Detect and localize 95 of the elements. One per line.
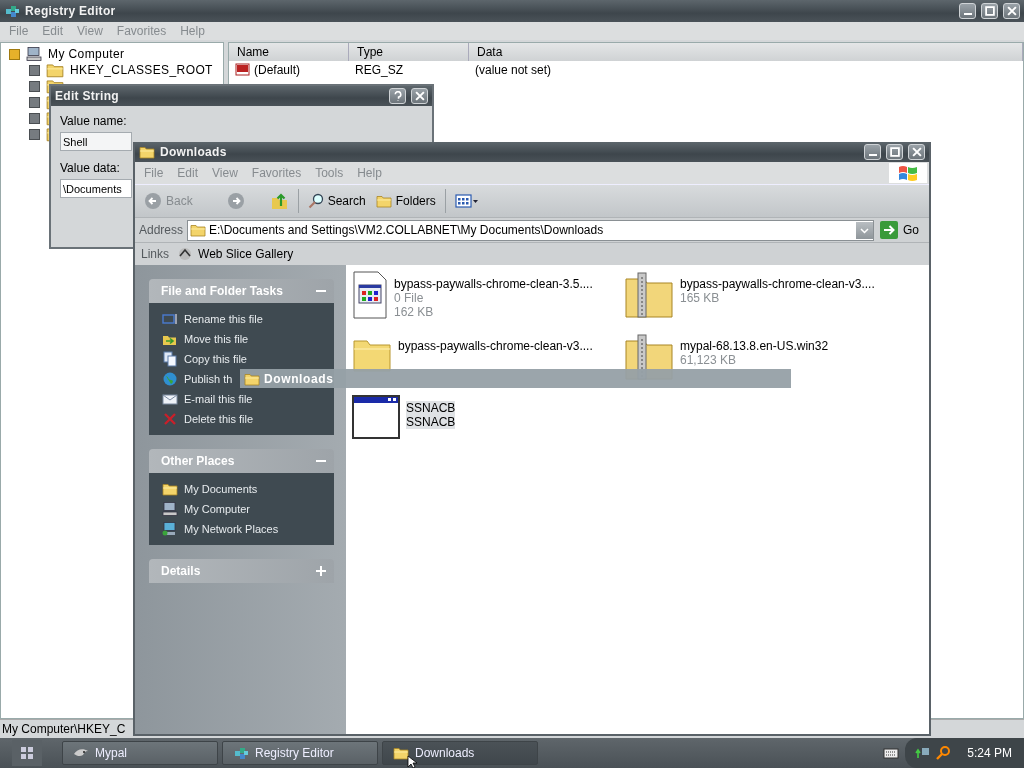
window-title: Downloads [160,145,228,159]
minimize-button[interactable] [959,3,976,19]
task-link[interactable]: Publish th [162,369,233,389]
task-link[interactable]: My Documents [162,479,258,499]
address-field[interactable]: E:\Documents and Settings\VM2.COLLABNET\My Documents\Downloads [187,219,874,241]
column-header[interactable]: Type [349,43,469,61]
string-value-icon [235,62,251,78]
link-button[interactable]: Web Slice Gallery [177,246,294,262]
close-button[interactable] [908,144,925,160]
download-entry[interactable]: SSNACB SSNACB [352,395,624,457]
expander-icon[interactable] [29,128,40,140]
task-link[interactable]: Delete this file [162,409,254,429]
folder-icon [393,745,409,761]
task-link[interactable]: Move this file [162,329,249,349]
computer-icon [162,501,178,517]
tree-item[interactable]: My Computer [9,46,223,62]
expander-icon[interactable] [29,64,40,76]
magnifier-icon [935,745,952,761]
minimize-icon [868,154,877,156]
cross-icon [162,411,178,427]
go-button[interactable]: Go [878,221,925,239]
download-entry[interactable]: bypass-paywalls-chrome-clean-3.5.... 0 File 162 KB [352,271,624,333]
registry-cubes-icon [4,3,20,19]
folders-button[interactable]: Folders [372,191,439,211]
folder-icon [190,222,207,238]
help-icon [392,91,403,101]
folder-icon [375,193,392,209]
table-cell-text: REG_SZ [354,62,404,79]
folder-icon [46,61,64,79]
expander-icon[interactable] [9,48,20,60]
close-button[interactable] [411,88,428,104]
windows-logo-icon [897,164,919,182]
help-button[interactable] [389,88,406,104]
zipped-folder-icon [624,271,674,319]
start-button[interactable] [12,740,42,766]
column-header[interactable]: Name [229,43,349,61]
maximize-icon [984,6,995,16]
tree-item[interactable]: HKEY_CLASSES_ROOT [70,63,213,77]
task-link[interactable]: Copy this file [162,349,247,369]
task-link[interactable]: Rename this file [162,309,263,329]
links-label: Links [141,247,169,261]
mouse-pointer-icon [407,755,417,768]
table-cell: (Default) [254,63,300,77]
folder-up-icon [270,192,289,210]
keyboard-icon [883,745,900,761]
maximize-button[interactable] [981,3,998,19]
computer-icon [26,46,42,62]
address-label: Address [139,223,184,237]
search-icon [307,193,324,209]
drag-preview: Downloads [240,369,791,388]
dropdown-button[interactable] [856,221,873,239]
clock: 5:24 PM [967,746,1012,760]
pages-icon [162,351,178,367]
taskbar-button[interactable]: Registry Editor [222,741,378,765]
minimize-button[interactable] [864,144,881,160]
taskbar-button[interactable]: Mypal [62,741,218,765]
caret-icon [860,225,869,235]
taskbar-button[interactable]: Downloads [382,741,538,765]
network-computer-icon [162,521,178,537]
expander-icon[interactable] [29,80,40,92]
network-icon [915,745,932,761]
close-button[interactable] [1003,3,1020,19]
start-grid-icon [19,745,35,761]
close-icon [911,147,922,157]
close-icon [414,91,425,101]
window-icon [352,395,400,439]
maximize-icon [889,147,900,157]
task-link[interactable]: My Computer [162,499,251,519]
field-label: Value data: [60,161,120,175]
search-button[interactable]: Search [304,191,369,211]
column-header[interactable]: Data [469,43,1023,61]
globe-icon [162,371,178,387]
folder-icon [139,144,155,160]
value-name-field[interactable]: Shell [60,132,132,151]
download-entry[interactable]: bypass-paywalls-chrome-clean-v3.... 165 KB [624,271,914,333]
status-bar-text: My Computer\HKEY_C [2,722,126,736]
value-data-field[interactable]: \Documents [60,179,132,198]
envelope-icon [162,391,178,407]
expander-icon[interactable] [29,96,40,108]
task-link[interactable]: My Network Places [162,519,279,539]
table-cell-text: (value not set) [474,62,553,79]
field-label: Value name: [60,114,127,128]
close-icon [1006,6,1017,16]
maximize-button[interactable] [886,144,903,160]
window-title: Registry Editor [25,4,117,18]
folder-icon [162,481,178,497]
web-slice-icon [177,246,193,262]
document-icon [352,271,388,319]
view-grid-icon [454,193,479,209]
minimize-icon [963,13,972,15]
registry-cubes-icon [233,745,249,761]
expander-icon[interactable] [29,112,40,124]
text-box-icon [162,311,178,327]
task-link[interactable]: E-mail this file [162,389,253,409]
dialog-title: Edit String [55,89,120,103]
